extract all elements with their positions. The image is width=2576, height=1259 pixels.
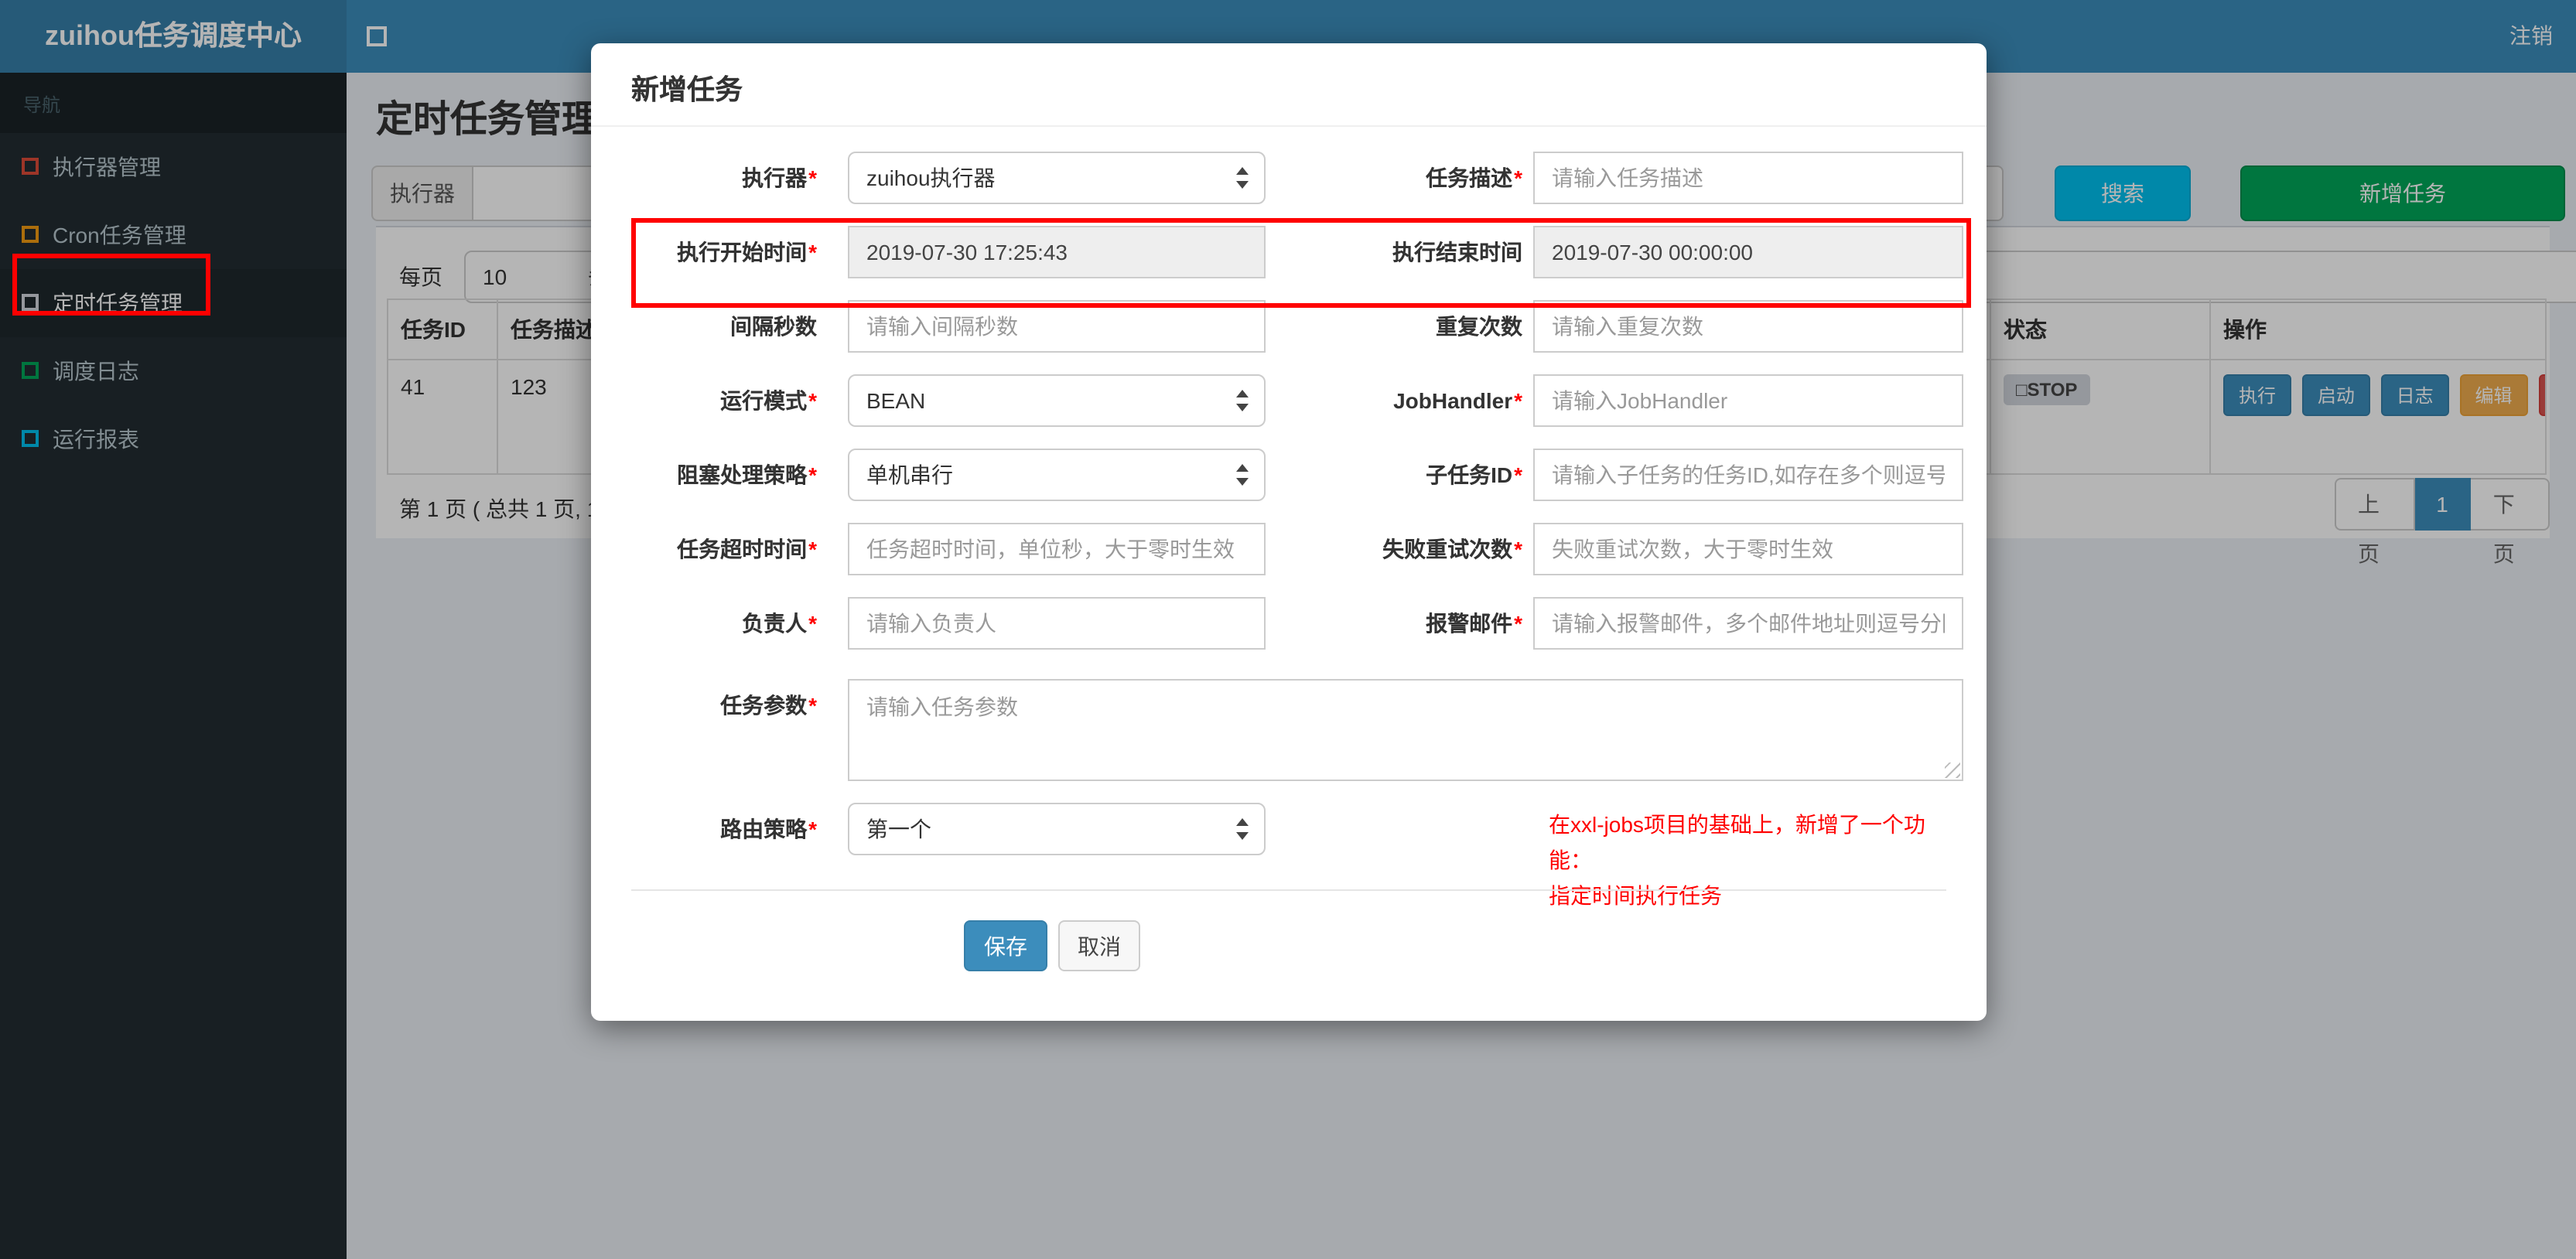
required-asterisk: * bbox=[808, 165, 817, 190]
save-button[interactable]: 保存 bbox=[964, 920, 1047, 971]
form-row-executor: 执行器 * zuihou执行器 任务描述 * bbox=[591, 152, 1987, 204]
required-asterisk: * bbox=[808, 817, 817, 841]
form-row-interval: 间隔秒数 重复次数 bbox=[591, 300, 1987, 353]
block-strategy-select[interactable]: 单机串行 bbox=[848, 449, 1266, 501]
field-label: 失败重试次数 bbox=[1382, 537, 1513, 561]
required-asterisk: * bbox=[1514, 537, 1522, 561]
form-row-exec-time: 执行开始时间* 执行结束时间 bbox=[591, 226, 1987, 278]
required-asterisk: * bbox=[808, 611, 817, 636]
route-strategy-select-value: 第一个 bbox=[866, 817, 931, 841]
repeat-count-input[interactable] bbox=[1533, 300, 1963, 353]
field-label: 运行模式 bbox=[720, 388, 808, 413]
required-asterisk: * bbox=[808, 388, 817, 413]
timeout-input[interactable] bbox=[848, 523, 1266, 575]
run-mode-select-value: BEAN bbox=[866, 388, 926, 413]
child-job-id-input[interactable] bbox=[1533, 449, 1963, 501]
field-label: 重复次数 bbox=[1436, 314, 1522, 339]
app-root: zuihou任务调度中心 注销 导航 执行器管理 Cron任务管理 定时任务管理… bbox=[0, 0, 2576, 1259]
job-handler-input[interactable] bbox=[1533, 374, 1963, 427]
required-asterisk: * bbox=[808, 240, 817, 264]
chevron-up-down-icon bbox=[1235, 818, 1250, 840]
field-label: 执行结束时间 bbox=[1392, 240, 1522, 264]
field-label: 路由策略 bbox=[720, 817, 808, 841]
required-asterisk: * bbox=[808, 537, 817, 561]
modal-title: 新增任务 bbox=[631, 74, 743, 105]
required-asterisk: * bbox=[1514, 165, 1522, 190]
field-label: 执行器 bbox=[742, 165, 808, 190]
textarea-resize-grip-icon[interactable] bbox=[1945, 763, 1960, 778]
route-strategy-select[interactable]: 第一个 bbox=[848, 803, 1266, 855]
end-time-input[interactable] bbox=[1533, 226, 1963, 278]
alarm-email-input[interactable] bbox=[1533, 597, 1963, 650]
task-params-textarea[interactable] bbox=[848, 679, 1963, 781]
feature-note: 在xxl-jobs项目的基础上，新增了一个功能： 指定时间执行任务 bbox=[1549, 807, 1966, 914]
executor-select-value: zuihou执行器 bbox=[866, 165, 996, 190]
retry-count-input[interactable] bbox=[1533, 523, 1963, 575]
feature-note-line1: 在xxl-jobs项目的基础上，新增了一个功能： bbox=[1549, 812, 1925, 872]
start-time-input[interactable] bbox=[848, 226, 1266, 278]
form-row-glue-type: 运行模式 * BEAN JobHandler * bbox=[591, 374, 1987, 427]
required-asterisk: * bbox=[1514, 611, 1522, 636]
field-label: 负责人 bbox=[742, 611, 808, 636]
chevron-up-down-icon bbox=[1235, 390, 1250, 411]
feature-note-line2: 指定时间执行任务 bbox=[1549, 883, 1722, 908]
interval-seconds-input[interactable] bbox=[848, 300, 1266, 353]
modal-header: 新增任务 bbox=[591, 43, 1987, 127]
modal-footer-divider bbox=[631, 889, 1946, 891]
chevron-up-down-icon bbox=[1235, 167, 1250, 189]
field-label: 子任务ID bbox=[1426, 462, 1513, 487]
field-label: 任务超时时间 bbox=[677, 537, 808, 561]
form-row-block-strategy: 阻塞处理策略 * 单机串行 子任务ID * bbox=[591, 449, 1987, 501]
add-task-modal: 新增任务 执行器* zuihou执行器 任务描述* 执行开始时间* 执行结束时间… bbox=[591, 43, 1987, 1021]
field-label: 报警邮件 bbox=[1426, 611, 1513, 636]
field-label: 阻塞处理策略 bbox=[677, 462, 808, 487]
field-label: 间隔秒数 bbox=[730, 314, 817, 339]
owner-input[interactable] bbox=[848, 597, 1266, 650]
executor-select[interactable]: zuihou执行器 bbox=[848, 152, 1266, 204]
field-label: 任务参数 bbox=[720, 693, 808, 718]
run-mode-select[interactable]: BEAN bbox=[848, 374, 1266, 427]
field-label: 执行开始时间 bbox=[677, 240, 808, 264]
form-row-timeout: 任务超时时间* 失败重试次数* bbox=[591, 523, 1987, 575]
form-row-owner: 负责人* 报警邮件* bbox=[591, 597, 1987, 650]
field-label: JobHandler bbox=[1393, 388, 1513, 413]
block-strategy-select-value: 单机串行 bbox=[866, 462, 953, 487]
task-desc-input[interactable] bbox=[1533, 152, 1963, 204]
required-asterisk: * bbox=[1514, 388, 1522, 413]
required-asterisk: * bbox=[808, 462, 817, 487]
field-label: 任务描述 bbox=[1426, 165, 1513, 190]
cancel-button[interactable]: 取消 bbox=[1058, 920, 1140, 971]
required-asterisk: * bbox=[1514, 462, 1522, 487]
chevron-up-down-icon bbox=[1235, 464, 1250, 486]
required-asterisk: * bbox=[808, 693, 817, 718]
